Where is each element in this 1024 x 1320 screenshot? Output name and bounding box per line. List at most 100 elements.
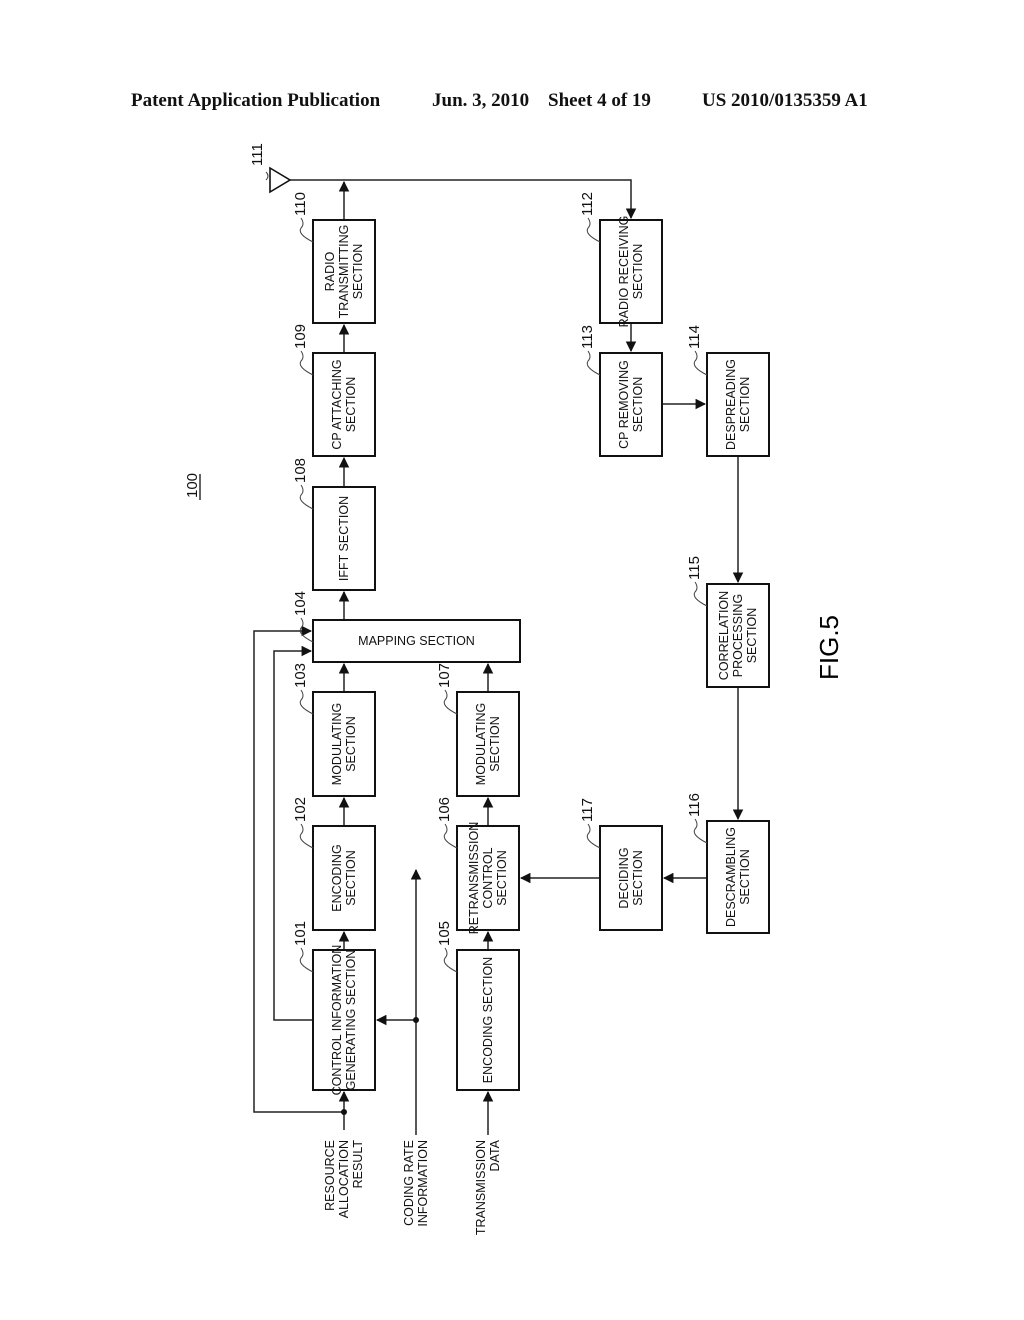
block-diagram: CONTROL INFORMATION GENERATING SECTION 101… [184,143,844,1235]
block-105-label: ENCODING SECTION [481,957,495,1083]
ref-numeral-111: 111 [249,143,266,166]
block-112-label: SECTION [631,244,645,300]
ref-numeral-107: 107 [436,663,453,688]
ref-leader-116 [693,818,708,844]
ref-leader-106 [443,823,458,849]
block-117-label: DECIDING [617,847,631,908]
ref-numeral-105: 105 [436,921,453,946]
ref-leader-104 [299,617,314,643]
input-resource-allocation-result: RESOURCE ALLOCATION RESULT [323,1140,365,1219]
block-103-label: MODULATING [330,703,344,785]
wire-101-to-104 [273,645,313,1021]
input-label-line: ALLOCATION [337,1140,351,1218]
block-107-label: SECTION [488,716,502,772]
block-117: DECIDING SECTION 117 [579,798,663,931]
ref-leader-115 [693,581,708,607]
block-114-label: SECTION [738,377,752,433]
junction-coding-rate [413,1017,419,1023]
ref-leader-108 [299,484,314,510]
block-103: MODULATING SECTION 103 [292,663,376,797]
ref-numeral-101: 101 [292,921,309,946]
block-103-label: SECTION [344,716,358,772]
ref-numeral-114: 114 [686,325,703,349]
ref-leader-114 [693,350,708,376]
ref-leader-105 [443,947,458,973]
block-101: CONTROL INFORMATION GENERATING SECTION 101 [292,921,376,1096]
block-116-label: DESCRAMBLING [724,827,738,927]
ref-leader-110 [299,217,314,243]
ref-leader-102 [299,823,314,849]
ref-leader-101 [299,947,314,973]
block-109-label: CP ATTACHING [330,359,344,449]
block-112-label: RADIO RECEIVING [617,216,631,328]
block-115-label: SECTION [745,608,759,664]
block-112: RADIO RECEIVING SECTION 112 [579,192,663,328]
block-101-label: CONTROL INFORMATION [330,945,344,1096]
block-116: DESCRAMBLING SECTION 116 [686,793,770,934]
block-101-label: GENERATING SECTION [344,950,358,1091]
block-109-label: SECTION [344,377,358,433]
block-102-label: ENCODING [330,844,344,911]
block-106-label: CONTROL [481,847,495,908]
ref-leader-111 [265,171,269,181]
block-108: IFFT SECTION 108 [292,458,376,591]
block-113-label: SECTION [631,377,645,433]
ref-numeral-117: 117 [579,798,596,822]
block-107-label: MODULATING [474,703,488,785]
ref-leader-103 [299,689,314,715]
block-117-label: SECTION [631,850,645,906]
ref-leader-113 [586,350,601,376]
block-106: RETRANSMISSION CONTROL SECTION 106 [436,797,520,935]
input-label-line: RESULT [351,1140,365,1189]
ref-numeral-112: 112 [579,192,596,216]
block-102: ENCODING SECTION 102 [292,797,376,931]
block-102-label: SECTION [344,850,358,906]
block-109: CP ATTACHING SECTION 109 [292,324,376,457]
input-transmission-data: TRANSMISSION DATA [474,1139,502,1235]
ref-numeral-106: 106 [436,797,453,822]
ref-numeral-115: 115 [686,556,703,580]
block-110-label: RADIO [323,251,337,291]
block-104-label: MAPPING SECTION [358,634,475,648]
ref-leader-107 [443,689,458,715]
block-110-label: SECTION [351,244,365,300]
input-label-line: RESOURCE [323,1140,337,1211]
ref-numeral-104: 104 [292,591,309,616]
input-label-line: DATA [488,1139,502,1171]
block-110-label: TRANSMITTING [337,225,351,319]
block-108-label: IFFT SECTION [337,496,351,581]
figure-label: FIG.5 [814,615,844,680]
ref-numeral-103: 103 [292,663,309,688]
ref-numeral-110: 110 [292,192,309,216]
block-104: MAPPING SECTION 104 [292,591,521,663]
input-label-line: CODING RATE [402,1140,416,1226]
block-113: CP REMOVING SECTION 113 [579,325,663,457]
block-115: CORRELATION PROCESSING SECTION 115 [686,556,770,688]
ref-leader-112 [586,217,601,243]
device-reference: 100 [184,473,201,500]
block-116-label: SECTION [738,849,752,905]
block-105: ENCODING SECTION 105 [436,921,520,1091]
ref-leader-109 [299,350,314,376]
block-106-label: SECTION [495,850,509,906]
block-110: RADIO TRANSMITTING SECTION 110 [292,192,376,324]
block-113-label: CP REMOVING [617,360,631,449]
ref-numeral-116: 116 [686,793,703,817]
ref-leader-117 [586,823,601,849]
block-114: DESPREADING SECTION 114 [686,325,770,457]
ref-numeral-108: 108 [292,458,309,483]
block-106-label: RETRANSMISSION [467,822,481,935]
ref-numeral-109: 109 [292,324,309,349]
device-ref-100: 100 [184,473,201,498]
antenna-icon [269,166,292,194]
block-114-label: DESPREADING [724,359,738,450]
ref-numeral-102: 102 [292,797,309,822]
block-115-label: CORRELATION [717,591,731,680]
input-coding-rate-information: CODING RATE INFORMATION [402,1140,430,1227]
block-115-label: PROCESSING [731,594,745,677]
junction-resource [341,1109,347,1115]
antenna-111: 111 [249,143,292,194]
blocks-layer: CONTROL INFORMATION GENERATING SECTION 101… [249,143,770,1096]
block-107: MODULATING SECTION 107 [436,663,520,797]
ref-numeral-113: 113 [579,325,596,349]
